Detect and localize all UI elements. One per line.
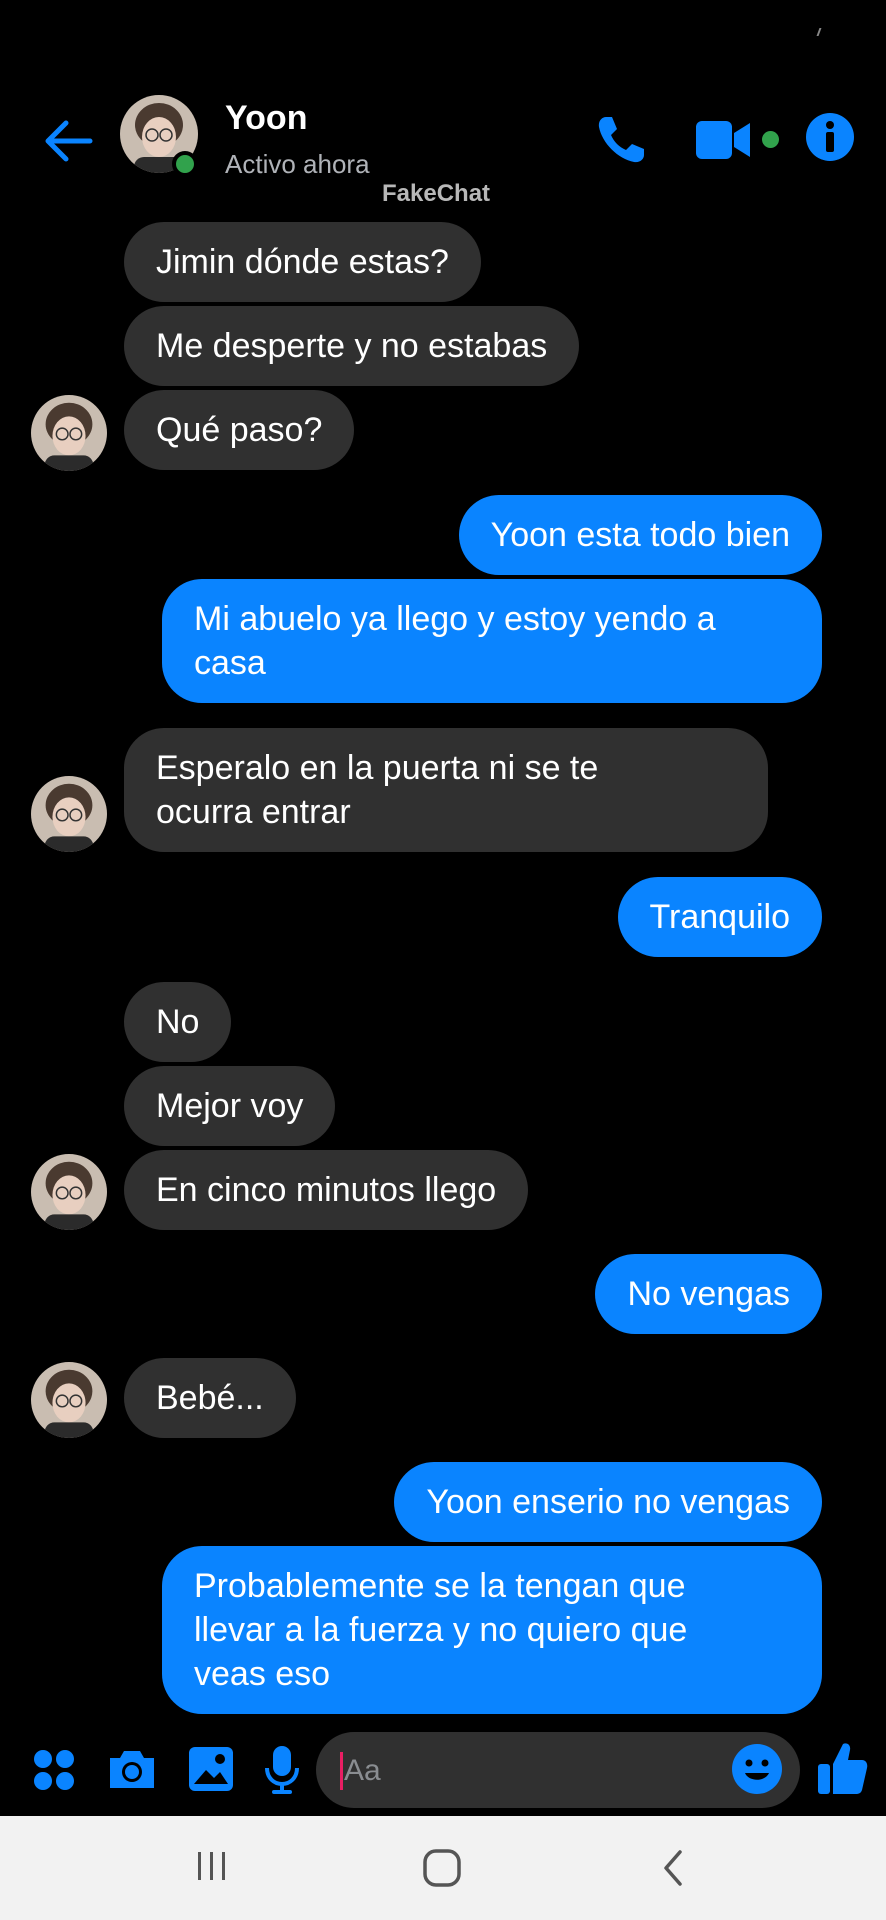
message-line: veas eso — [194, 1655, 331, 1693]
emoji-button[interactable] — [730, 1742, 784, 1801]
call-button[interactable] — [592, 111, 650, 169]
message-outgoing[interactable]: No vengas — [595, 1254, 822, 1334]
recent-apps-icon — [198, 1852, 225, 1880]
recent-apps-button[interactable] — [194, 1848, 230, 1889]
microphone-icon — [265, 1746, 299, 1794]
message-outgoing[interactable]: Probablemente se la tengan que llevar a … — [162, 1546, 822, 1714]
watermark: FakeChat — [382, 180, 491, 207]
message-line: Esperalo en la puerta ni se te — [156, 749, 599, 787]
message-line: Probablemente se la tengan que — [194, 1567, 686, 1605]
video-online-indicator — [762, 131, 779, 148]
contact-name[interactable]: Yoon — [225, 99, 307, 138]
chevron-left-icon — [664, 1850, 682, 1886]
message-outgoing[interactable]: Tranquilo — [617, 877, 822, 957]
online-indicator — [172, 151, 198, 177]
message-outgoing[interactable]: Yoon esta todo bien — [458, 495, 822, 575]
image-icon — [189, 1747, 233, 1791]
status-bar-indicator — [816, 28, 826, 36]
camera-button[interactable] — [106, 1746, 158, 1797]
home-button[interactable] — [422, 1848, 462, 1893]
message-line: ocurra entrar — [156, 793, 351, 831]
sender-avatar[interactable] — [31, 776, 107, 852]
emoji-icon — [732, 1744, 782, 1794]
camera-icon — [110, 1751, 154, 1788]
message-incoming[interactable]: Jimin dónde estas? — [124, 222, 481, 302]
sender-avatar[interactable] — [31, 395, 107, 471]
info-button[interactable] — [804, 111, 856, 163]
message-incoming[interactable]: Mejor voy — [124, 1066, 336, 1146]
message-incoming[interactable]: Qué paso? — [124, 390, 355, 470]
apps-button[interactable] — [32, 1748, 76, 1797]
message-incoming[interactable]: Me desperte y no estabas — [124, 306, 580, 386]
message-incoming[interactable]: Bebé... — [124, 1358, 296, 1438]
message-outgoing[interactable]: Mi abuelo ya llego y estoy yendo a casa — [162, 579, 822, 703]
back-button[interactable] — [40, 113, 96, 169]
phone-icon — [598, 117, 644, 163]
text-cursor — [340, 1752, 343, 1790]
like-button[interactable] — [816, 1740, 868, 1801]
message-incoming[interactable]: No — [124, 982, 232, 1062]
message-line: Mi abuelo ya llego y estoy yendo a — [194, 600, 716, 638]
message-incoming[interactable]: Esperalo en la puerta ni se te ocurra en… — [124, 728, 768, 852]
message-incoming[interactable]: En cinco minutos llego — [124, 1150, 529, 1230]
thumbs-up-icon — [818, 1743, 868, 1794]
chat-header: Yoon Activo ahora — [0, 95, 886, 185]
contact-status: Activo ahora — [225, 149, 370, 179]
video-call-button[interactable] — [694, 115, 754, 165]
message-input[interactable] — [342, 1746, 726, 1796]
info-icon — [806, 113, 854, 161]
apps-grid-icon — [34, 1750, 74, 1790]
message-composer — [0, 1720, 886, 1820]
message-line: llevar a la fuerza y no quiero que — [194, 1611, 688, 1649]
nav-back-button[interactable] — [658, 1848, 688, 1893]
message-line: casa — [194, 644, 266, 682]
video-camera-icon — [696, 121, 750, 159]
message-input-container[interactable] — [316, 1732, 800, 1808]
sender-avatar[interactable] — [31, 1362, 107, 1438]
sender-avatar[interactable] — [31, 1154, 107, 1230]
home-icon — [423, 1849, 461, 1887]
arrow-left-icon — [45, 120, 93, 162]
system-navigation-bar — [0, 1816, 886, 1920]
message-outgoing[interactable]: Yoon enserio no vengas — [394, 1462, 822, 1542]
gallery-button[interactable] — [186, 1744, 236, 1799]
voice-button[interactable] — [264, 1744, 300, 1801]
